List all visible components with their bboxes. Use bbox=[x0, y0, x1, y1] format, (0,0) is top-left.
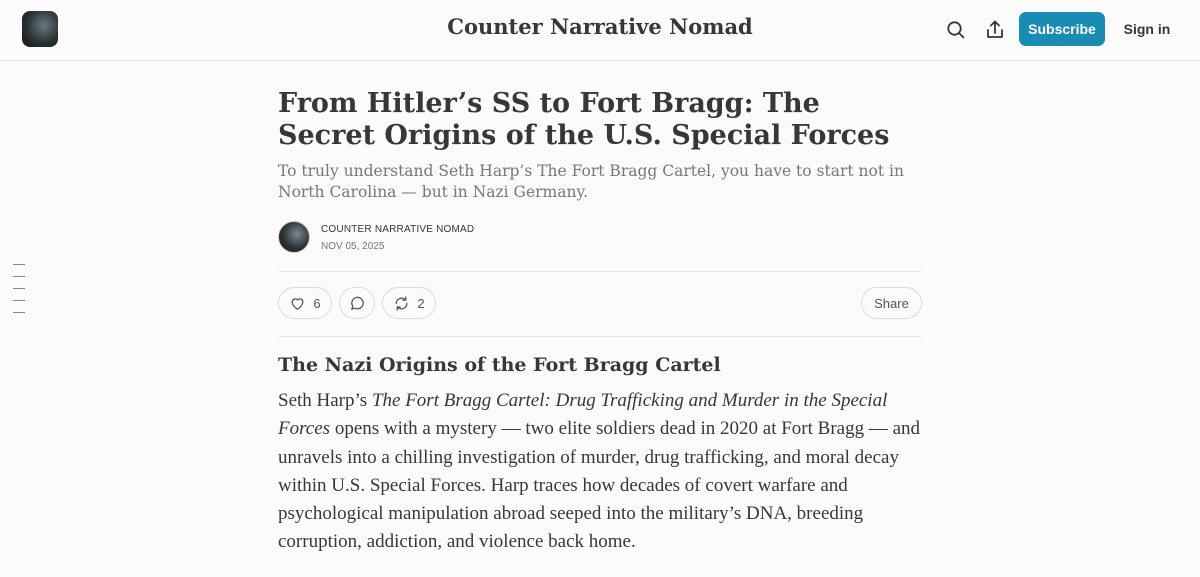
body-paragraph: Seth Harp’s The Fort Bragg Cartel: Drug … bbox=[278, 387, 922, 557]
post-subtitle: To truly understand Seth Harp’s The Fort… bbox=[278, 162, 904, 201]
table-of-contents-markers[interactable] bbox=[13, 264, 25, 324]
subscribe-button[interactable]: Subscribe bbox=[1019, 12, 1105, 46]
restack-count: 2 bbox=[417, 295, 425, 311]
author-name[interactable]: COUNTER NARRATIVE NOMAD bbox=[321, 224, 474, 235]
like-count: 6 bbox=[313, 295, 321, 311]
restack-icon bbox=[395, 295, 408, 311]
post-date: NOV 05, 2025 bbox=[321, 241, 385, 252]
toc-marker[interactable] bbox=[13, 288, 25, 289]
body-intro: Seth Harp’s bbox=[278, 390, 372, 411]
toc-marker[interactable] bbox=[13, 276, 25, 277]
toc-marker[interactable] bbox=[13, 300, 25, 301]
publication-logo[interactable] bbox=[22, 11, 58, 47]
author-avatar[interactable] bbox=[278, 221, 310, 253]
post-article: From Hitler’s SS to Fort Bragg: The Secr… bbox=[278, 88, 922, 576]
search-button[interactable] bbox=[944, 18, 968, 42]
share-button[interactable]: Share bbox=[861, 287, 922, 319]
post-title: From Hitler’s SS to Fort Bragg: The Secr… bbox=[278, 88, 890, 151]
divider bbox=[278, 336, 922, 337]
restack-button[interactable]: 2 bbox=[382, 287, 436, 319]
post-byline: COUNTER NARRATIVE NOMAD NOV 05, 2025 bbox=[278, 221, 922, 255]
share-button-header[interactable] bbox=[983, 18, 1007, 42]
share-icon bbox=[987, 20, 1003, 38]
comment-button[interactable] bbox=[339, 287, 375, 319]
toc-marker[interactable] bbox=[13, 264, 25, 265]
comment-icon bbox=[350, 296, 364, 310]
heart-icon bbox=[291, 297, 304, 310]
like-button[interactable]: 6 bbox=[278, 287, 332, 319]
toc-marker[interactable] bbox=[13, 312, 25, 313]
post-actions-bar: 6 2 Share bbox=[278, 272, 922, 336]
section-heading: The Nazi Origins of the Fort Bragg Carte… bbox=[278, 354, 721, 376]
search-icon bbox=[947, 21, 965, 39]
body-rest: opens with a mystery — two elite soldier… bbox=[278, 418, 921, 553]
sign-in-button[interactable]: Sign in bbox=[1120, 12, 1174, 46]
top-navigation-bar: Counter Narrative Nomad Subscribe Sign i… bbox=[0, 0, 1200, 61]
